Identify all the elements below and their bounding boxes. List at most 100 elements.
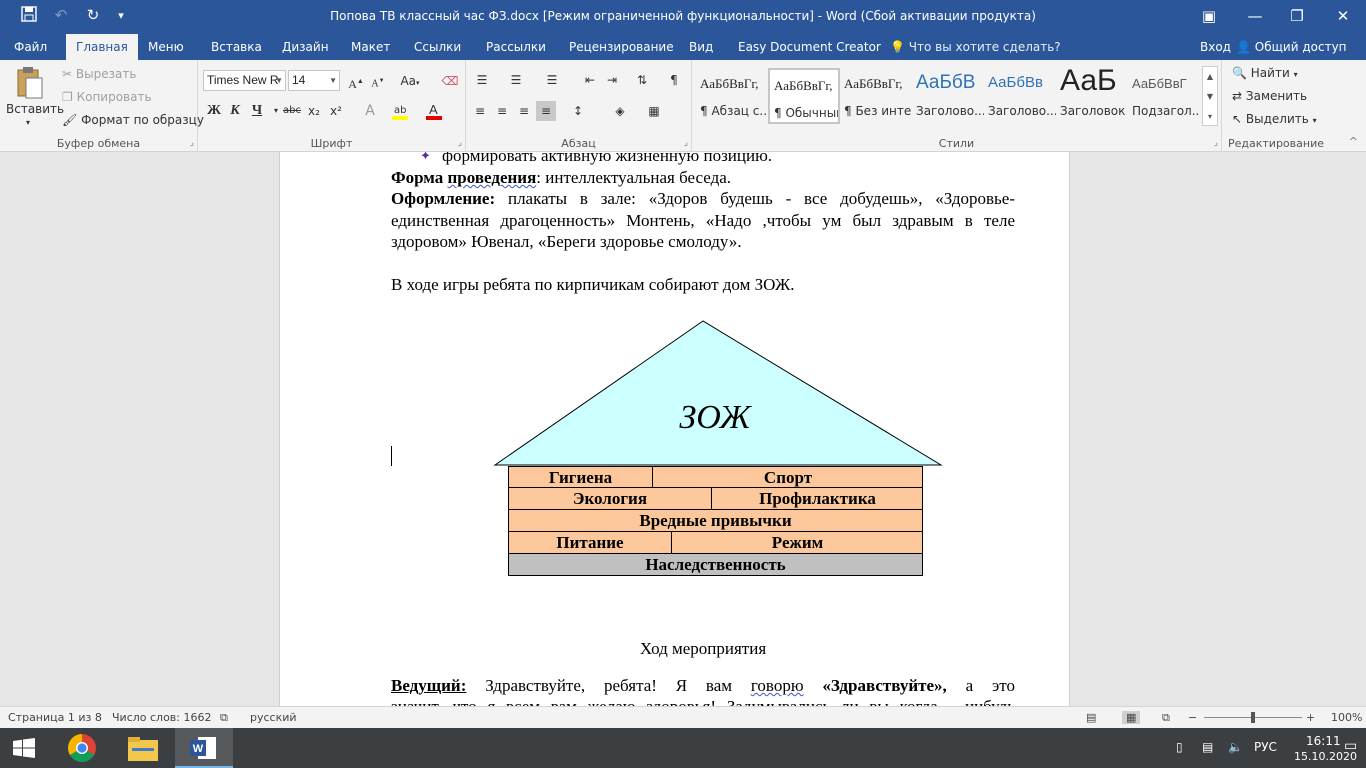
file-explorer-taskbar-button[interactable]	[114, 728, 172, 768]
start-button[interactable]	[0, 728, 50, 768]
volume-icon[interactable]: 🔈	[1228, 740, 1243, 754]
shading-icon[interactable]: ◈	[610, 101, 630, 121]
find-button[interactable]: 🔍 Найти ▾	[1232, 66, 1298, 80]
text-effects-icon[interactable]: A	[360, 101, 380, 121]
tab-home[interactable]: Главная	[66, 34, 138, 60]
italic-button[interactable]: К	[225, 101, 245, 121]
shrink-font-icon[interactable]: A▼	[368, 71, 388, 91]
brick-cell[interactable]: Режим	[672, 532, 923, 553]
line-spacing-icon[interactable]: ↕	[568, 101, 588, 121]
tab-review[interactable]: Рецензирование	[561, 34, 682, 60]
brick-cell[interactable]: Питание	[509, 532, 671, 553]
word-count[interactable]: Число слов: 1662	[112, 711, 211, 724]
share-button[interactable]: 👤 Общий доступ	[1236, 34, 1347, 60]
tab-references[interactable]: Ссылки	[406, 34, 469, 60]
numbering-icon[interactable]: ☰	[506, 70, 526, 90]
tab-layout[interactable]: Макет	[343, 34, 398, 60]
bold-button[interactable]: Ж	[204, 101, 224, 121]
paste-button[interactable]: Вставить ▾	[6, 64, 64, 132]
zoom-slider-thumb[interactable]	[1251, 712, 1255, 723]
increase-indent-icon[interactable]: ⇥	[602, 70, 622, 90]
tab-menu[interactable]: Меню	[140, 34, 192, 60]
language-indicator[interactable]: русский	[250, 711, 297, 724]
styles-launcher-icon[interactable]: ⌟	[1214, 138, 1218, 148]
underline-button[interactable]: Ч	[247, 101, 267, 121]
brick-cell[interactable]: Экология	[509, 488, 711, 509]
replace-button[interactable]: ⇄ Заменить	[1232, 89, 1307, 103]
proofing-icon[interactable]: ⧉	[220, 711, 228, 725]
input-language[interactable]: РУС	[1254, 740, 1277, 754]
bullets-icon[interactable]: ☰	[472, 70, 492, 90]
show-marks-icon[interactable]: ¶	[664, 70, 684, 90]
style-tile[interactable]: АаБбВ Заголово...	[912, 68, 984, 124]
clipboard-launcher-icon[interactable]: ⌟	[190, 138, 194, 148]
borders-icon[interactable]: ▦	[644, 101, 664, 121]
styles-scroll[interactable]: ▲ ▼ ▾	[1202, 66, 1218, 126]
highlight-color-icon[interactable]: ab	[390, 101, 410, 121]
tab-file[interactable]: Файл	[6, 34, 55, 60]
align-right-icon[interactable]: ≡	[514, 101, 534, 121]
close-icon[interactable]: ✕	[1320, 4, 1366, 28]
grow-font-icon[interactable]: A▲	[346, 71, 366, 91]
tab-easy-document-creator[interactable]: Easy Document Creator	[730, 34, 889, 60]
brick-cell[interactable]: Спорт	[653, 467, 923, 488]
style-tile[interactable]: АаБбВвГг, ¶ Абзац с...	[696, 68, 768, 124]
zoom-out-button[interactable]: −	[1188, 711, 1197, 724]
tell-me-box[interactable]: 💡 Что вы хотите сделать?	[890, 34, 1061, 60]
style-tile[interactable]: АаБ Заголовок	[1056, 68, 1128, 124]
strikethrough-button[interactable]: abc	[282, 101, 302, 121]
zoom-in-button[interactable]: +	[1306, 711, 1315, 724]
page-count[interactable]: Страница 1 из 8	[8, 711, 102, 724]
font-color-icon[interactable]: A	[424, 101, 444, 121]
format-painter-button[interactable]: 🖌 Формат по образцу	[62, 113, 204, 127]
align-center-icon[interactable]: ≡	[492, 101, 512, 121]
sort-icon[interactable]: ⇅	[632, 70, 652, 90]
brick-cell[interactable]: Наследственность	[509, 554, 922, 575]
collapse-ribbon-icon[interactable]: ^	[1349, 135, 1358, 148]
tab-mailings[interactable]: Рассылки	[478, 34, 554, 60]
copy-button[interactable]: ❐ Копировать	[62, 90, 152, 104]
styles-group-label: Стили	[938, 137, 975, 150]
phone-icon[interactable]: ▯	[1176, 740, 1183, 754]
justify-icon[interactable]: ≡	[536, 101, 556, 121]
font-launcher-icon[interactable]: ⌟	[458, 138, 462, 148]
minimize-icon[interactable]: —	[1232, 4, 1278, 28]
style-tile[interactable]: АаБбВв Заголово...	[984, 68, 1056, 124]
multilevel-list-icon[interactable]: ☰	[542, 70, 562, 90]
zoom-level[interactable]: 100%	[1331, 711, 1362, 724]
font-name-combo[interactable]: Times New R ▼	[203, 70, 286, 91]
notifications-icon[interactable]: ▭	[1344, 738, 1357, 754]
select-button[interactable]: ↖ Выделить ▾	[1232, 112, 1317, 126]
brick-cell[interactable]: Гигиена	[509, 467, 652, 488]
restore-icon[interactable]: ❐	[1274, 4, 1320, 28]
ribbon-display-icon[interactable]: ▣	[1186, 4, 1232, 28]
superscript-button[interactable]: x²	[326, 101, 346, 121]
align-left-icon[interactable]: ≡	[470, 101, 490, 121]
brick-cell[interactable]: Профилактика	[712, 488, 923, 509]
tab-view[interactable]: Вид	[681, 34, 721, 60]
read-mode-icon[interactable]: ▤	[1086, 711, 1096, 724]
subscript-button[interactable]: x₂	[304, 101, 324, 121]
clear-formatting-icon[interactable]: ⌫	[440, 71, 460, 91]
decrease-indent-icon[interactable]: ⇤	[580, 70, 600, 90]
tab-insert[interactable]: Вставка	[203, 34, 270, 60]
style-tile[interactable]: АаБбВвГ Подзагол...	[1128, 68, 1200, 124]
change-case-icon[interactable]: Aa▾	[396, 71, 424, 91]
clock-time[interactable]: 16:11	[1306, 734, 1341, 748]
word-taskbar-button[interactable]: W	[175, 728, 233, 768]
web-layout-icon[interactable]: ⧉	[1162, 711, 1170, 725]
font-size-combo[interactable]: 14 ▼	[288, 70, 340, 91]
cut-button[interactable]: ✂ Вырезать	[62, 67, 136, 81]
paragraph-launcher-icon[interactable]: ⌟	[684, 138, 688, 148]
network-icon[interactable]: ▤	[1202, 740, 1213, 754]
brick-row-foundation: Наследственность	[508, 554, 923, 576]
tab-design[interactable]: Дизайн	[274, 34, 337, 60]
sign-in-link[interactable]: Вход	[1200, 34, 1231, 60]
style-tile[interactable]: АаБбВвГг, ¶ Без инте...	[840, 68, 912, 124]
document-page[interactable]: ✦ формировать активную жизненную позицию…	[279, 152, 1070, 706]
print-layout-icon[interactable]: ▦	[1122, 711, 1141, 724]
zoom-slider[interactable]	[1204, 712, 1302, 723]
brick-cell[interactable]: Вредные привычки	[509, 510, 922, 531]
style-tile-selected[interactable]: АаБбВвГг, ¶ Обычный	[768, 68, 840, 124]
chrome-taskbar-button[interactable]	[53, 728, 111, 768]
